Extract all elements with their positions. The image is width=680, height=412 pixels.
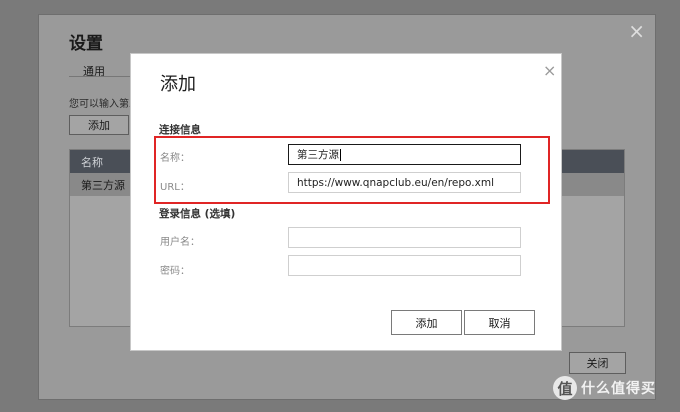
password-label: 密码： (160, 266, 190, 277)
red-highlight-box (154, 136, 550, 204)
watermark: 值 什么值得买 (553, 376, 656, 400)
settings-add-button[interactable]: 添加 (69, 115, 129, 135)
watermark-logo-icon: 值 (553, 376, 577, 400)
settings-close-icon[interactable]: × (628, 21, 645, 41)
settings-title: 设置 (69, 34, 103, 54)
close-icon[interactable]: × (543, 63, 556, 79)
username-input[interactable] (288, 227, 521, 248)
settings-close-button[interactable]: 关闭 (569, 352, 626, 374)
password-input[interactable] (288, 255, 521, 276)
add-source-dialog: 添加 × 连接信息 名称： 第三方源 URL： https://www.qnap… (130, 53, 562, 351)
cancel-button[interactable]: 取消 (464, 310, 535, 335)
watermark-text: 什么值得买 (581, 381, 656, 397)
dialog-title: 添加 (160, 74, 196, 95)
connection-section-label: 连接信息 (159, 124, 201, 136)
add-button[interactable]: 添加 (391, 310, 462, 335)
login-section-label: 登录信息 (选填) (159, 208, 236, 220)
settings-description: 您可以输入第三 (69, 99, 139, 110)
username-label: 用户名： (160, 237, 200, 248)
